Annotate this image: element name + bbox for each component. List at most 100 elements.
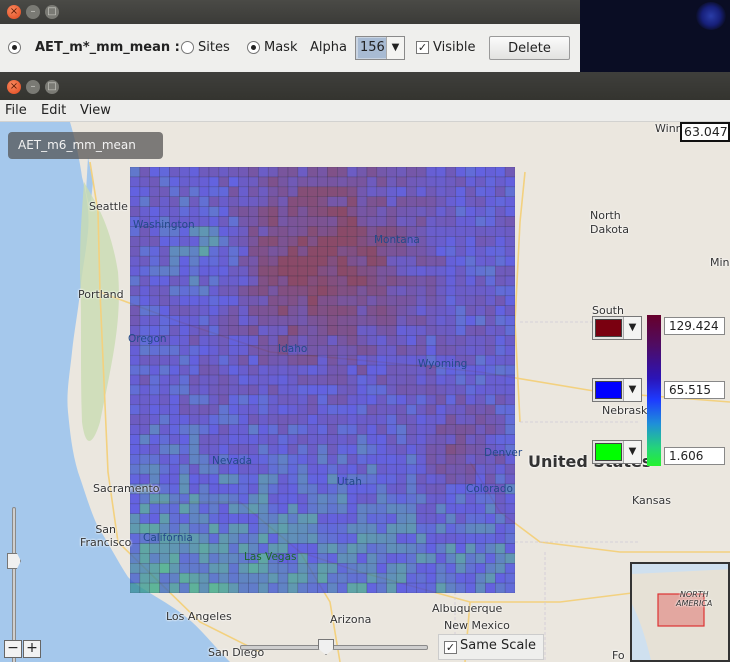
raster-cell [188, 553, 200, 564]
zoom-slider[interactable] [6, 507, 24, 662]
raster-cell [346, 186, 358, 197]
minimize-icon[interactable]: – [26, 80, 40, 94]
zoom-out-button[interactable]: − [4, 640, 22, 658]
alpha-select[interactable]: 156 ▼ [355, 36, 405, 60]
raster-cell [376, 335, 387, 346]
raster-cell [327, 335, 338, 346]
raster-cell [356, 444, 368, 455]
raster-cell [238, 513, 249, 524]
raster-cell [416, 424, 427, 435]
raster-cell [465, 553, 476, 564]
raster-cell [159, 553, 170, 564]
raster-cell [356, 493, 368, 505]
menu-edit[interactable]: Edit [41, 100, 66, 122]
raster-cell [248, 206, 259, 217]
raster-cell [504, 394, 515, 406]
chevron-down-icon[interactable]: ▼ [623, 441, 641, 463]
close-icon[interactable]: × [7, 5, 21, 19]
chevron-down-icon[interactable]: ▼ [623, 317, 641, 339]
raster-cell [337, 354, 348, 366]
map-view[interactable]: Seattle Portland Sacramento San Francisc… [0, 122, 730, 662]
same-scale-checkbox[interactable]: ✓ [444, 641, 457, 654]
raster-cell [504, 354, 515, 366]
raster-cell [287, 176, 299, 188]
raster-cell [307, 374, 318, 386]
maximize-icon[interactable]: □ [45, 80, 59, 94]
raster-cell [258, 305, 269, 316]
raster-cell [169, 246, 180, 257]
raster-cell [475, 582, 486, 593]
raster-cell [228, 285, 239, 297]
raster-cell [277, 186, 289, 197]
raster-cell [356, 206, 368, 217]
raster-cell [485, 265, 496, 277]
raster-cell [346, 265, 358, 277]
raster-cell [386, 394, 397, 406]
raster-cell [228, 226, 239, 237]
raster-cell [267, 275, 279, 287]
zoom-slider-thumb[interactable] [7, 553, 21, 569]
raster-cell [416, 305, 427, 316]
raster-cell [495, 523, 506, 534]
same-scale-toggle[interactable]: ✓ Same Scale [438, 634, 544, 660]
raster-cell [356, 325, 368, 336]
raster-cell [366, 473, 378, 485]
raster-cell [485, 315, 496, 326]
raster-cell [455, 315, 466, 326]
layer-select-radio[interactable] [8, 41, 21, 54]
visible-checkbox[interactable]: ✓ [416, 41, 429, 54]
overview-inset[interactable]: NORTH AMERICA [630, 562, 730, 662]
raster-cell [248, 563, 259, 574]
chevron-down-icon[interactable]: ▼ [386, 37, 404, 59]
legend-min-value[interactable]: 1.606 [664, 447, 725, 465]
mid-color-picker[interactable]: ▼ [592, 378, 642, 402]
legend-max-value[interactable]: 129.424 [664, 317, 725, 335]
raster-cell [327, 305, 338, 316]
raster-cell [149, 572, 160, 584]
raster-cell [376, 246, 387, 257]
zoom-in-button[interactable]: + [23, 640, 41, 658]
raster-cell [455, 513, 466, 524]
raster-cell [416, 246, 427, 257]
raster-cell [504, 424, 515, 435]
minimize-icon[interactable]: – [26, 5, 40, 19]
raster-cell [376, 463, 387, 475]
raster-cell [198, 394, 210, 406]
raster-cell [297, 543, 308, 554]
mask-radio[interactable] [247, 41, 260, 54]
raster-cell [277, 374, 289, 386]
min-color-picker[interactable]: ▼ [592, 440, 642, 464]
raster-cell [475, 533, 486, 544]
raster-cell [504, 167, 515, 178]
menu-view[interactable]: View [80, 100, 111, 122]
raster-cell [366, 503, 378, 514]
legend-mid-value[interactable]: 65.515 [664, 381, 725, 399]
raster-cell [267, 196, 279, 207]
raster-cell [277, 315, 289, 326]
raster-cell [425, 533, 437, 544]
sites-radio[interactable] [181, 41, 194, 54]
raster-cell [258, 483, 269, 495]
max-color-picker[interactable]: ▼ [592, 316, 642, 340]
raster-cell [495, 295, 506, 306]
close-icon[interactable]: × [7, 80, 21, 94]
delete-button[interactable]: Delete [489, 36, 570, 60]
raster-cell [495, 325, 506, 336]
state-kansas: Kansas [632, 494, 671, 507]
raster-cell [386, 572, 397, 584]
time-slider[interactable] [240, 638, 428, 658]
raster-cell [297, 295, 308, 306]
raster-cell [416, 315, 427, 326]
raster-cell [366, 345, 378, 356]
raster-cell [455, 563, 466, 574]
chevron-down-icon[interactable]: ▼ [623, 379, 641, 401]
menu-file[interactable]: File [5, 100, 27, 122]
raster-cell [159, 186, 170, 197]
time-slider-thumb[interactable] [318, 639, 334, 655]
raster-cell [248, 473, 259, 485]
raster-cell [267, 265, 279, 277]
maximize-icon[interactable]: □ [45, 5, 59, 19]
raster-cell [218, 404, 229, 415]
raster-cell [238, 325, 249, 336]
raster-cell [130, 295, 141, 306]
